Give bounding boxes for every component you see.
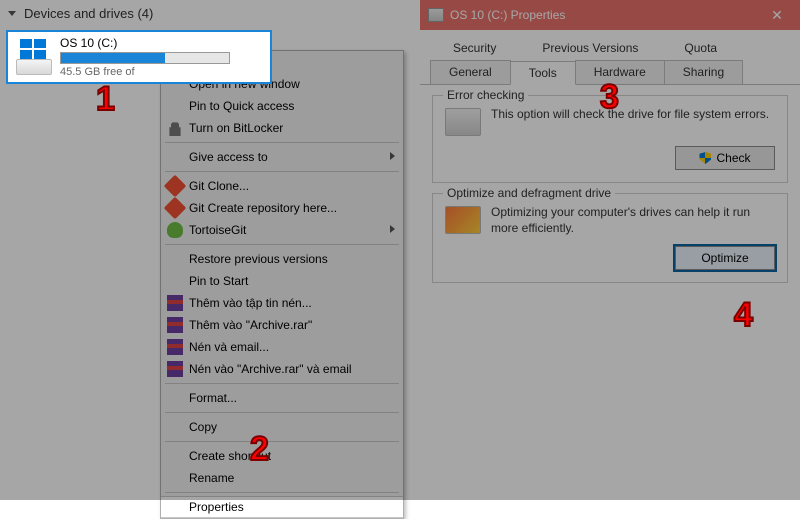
separator <box>165 244 399 245</box>
devices-drives-header[interactable]: Devices and drives (4) <box>0 0 420 25</box>
menu-item[interactable]: TortoiseGit <box>161 219 403 241</box>
menu-item-label: Pin to Start <box>189 274 248 288</box>
tabs-row-1: SecurityPrevious VersionsQuota <box>420 30 800 60</box>
menu-item[interactable]: Nén vào "Archive.rar" và email <box>161 358 403 380</box>
menu-item-label: Rename <box>189 471 234 485</box>
menu-item[interactable]: Nén và email... <box>161 336 403 358</box>
menu-item[interactable]: Give access to <box>161 146 403 168</box>
drive-usage-bar <box>60 52 230 64</box>
menu-item-label: Copy <box>189 420 217 434</box>
separator <box>165 142 399 143</box>
error-check-desc: This option will check the drive for fil… <box>491 106 769 122</box>
menu-item[interactable]: Git Create repository here... <box>161 197 403 219</box>
tab-hardware[interactable]: Hardware <box>575 60 665 84</box>
tab-tools[interactable]: Tools <box>510 61 576 85</box>
drive-name: OS 10 (C:) <box>60 36 230 50</box>
drive-free-text: 45.5 GB free of <box>60 66 230 78</box>
menu-item[interactable]: Create shortcut <box>161 445 403 467</box>
check-button[interactable]: Check <box>675 146 775 170</box>
optimize-icon <box>445 206 481 234</box>
menu-item-label: Thêm vào "Archive.rar" <box>189 318 312 332</box>
separator <box>165 492 399 493</box>
rar-icon <box>167 361 183 377</box>
menu-item-label: Git Clone... <box>189 179 249 193</box>
properties-title: OS 10 (C:) Properties <box>450 8 565 22</box>
drive-check-icon <box>445 108 481 136</box>
tab-security[interactable]: Security <box>430 36 519 60</box>
shield-icon <box>699 152 711 164</box>
git-icon <box>164 197 187 220</box>
menu-item-label: Give access to <box>189 150 268 164</box>
menu-item[interactable]: Git Clone... <box>161 175 403 197</box>
check-button-label: Check <box>716 151 750 165</box>
menu-item-label: TortoiseGit <box>189 223 246 237</box>
callout-2: 2 <box>250 430 269 469</box>
panel-legend: Error checking <box>443 88 528 102</box>
drive-c[interactable]: OS 10 (C:) 45.5 GB free of <box>6 30 272 84</box>
menu-item[interactable]: Pin to Quick access <box>161 95 403 117</box>
bitlocker-icon <box>167 120 183 136</box>
optimize-button[interactable]: Optimize <box>675 246 775 270</box>
menu-item[interactable]: Format... <box>161 387 403 409</box>
chevron-right-icon <box>390 225 395 233</box>
menu-item[interactable]: Rename <box>161 467 403 489</box>
separator <box>165 441 399 442</box>
properties-dialog: OS 10 (C:) Properties ✕ SecurityPrevious… <box>420 0 800 500</box>
menu-item[interactable]: Properties <box>161 496 403 518</box>
section-title: Devices and drives (4) <box>24 6 153 21</box>
menu-item[interactable]: Restore previous versions <box>161 248 403 270</box>
optimize-panel: Optimize and defragment drive Optimizing… <box>432 193 788 283</box>
menu-item-label: Thêm vào tập tin nén... <box>189 296 312 310</box>
callout-4: 4 <box>734 296 753 335</box>
tab-general[interactable]: General <box>430 60 511 84</box>
menu-item-label: Format... <box>189 391 237 405</box>
menu-item-label: Properties <box>189 500 244 514</box>
chevron-right-icon <box>390 152 395 160</box>
tab-sharing[interactable]: Sharing <box>664 60 743 84</box>
callout-3: 3 <box>600 78 619 117</box>
git-icon <box>164 175 187 198</box>
rar-icon <box>167 317 183 333</box>
properties-titlebar[interactable]: OS 10 (C:) Properties ✕ <box>420 0 800 30</box>
close-button[interactable]: ✕ <box>754 0 800 30</box>
drive-icon <box>16 39 52 75</box>
optimize-button-label: Optimize <box>701 251 748 265</box>
explorer-pane: Devices and drives (4) OS 10 (C:) 45.5 G… <box>0 0 420 500</box>
menu-item-label: Nén và email... <box>189 340 269 354</box>
tort-icon <box>167 222 183 238</box>
rar-icon <box>167 295 183 311</box>
menu-item[interactable]: Thêm vào tập tin nén... <box>161 292 403 314</box>
callout-1: 1 <box>96 80 115 119</box>
separator <box>165 171 399 172</box>
menu-item[interactable]: Thêm vào "Archive.rar" <box>161 314 403 336</box>
menu-item[interactable]: Copy <box>161 416 403 438</box>
menu-item[interactable]: Pin to Start <box>161 270 403 292</box>
tab-previous-versions[interactable]: Previous Versions <box>519 36 661 60</box>
rar-icon <box>167 339 183 355</box>
menu-item-label: Git Create repository here... <box>189 201 337 215</box>
menu-item-label: Restore previous versions <box>189 252 328 266</box>
optimize-desc: Optimizing your computer's drives can he… <box>491 204 775 236</box>
tab-quota[interactable]: Quota <box>661 36 740 60</box>
drive-info: OS 10 (C:) 45.5 GB free of <box>60 36 230 78</box>
menu-item-label: Turn on BitLocker <box>189 121 283 135</box>
separator <box>165 383 399 384</box>
menu-item[interactable]: Turn on BitLocker <box>161 117 403 139</box>
context-menu[interactable]: OpenOpen in new windowPin to Quick acces… <box>160 50 404 519</box>
separator <box>165 412 399 413</box>
menu-item-label: Nén vào "Archive.rar" và email <box>189 362 352 376</box>
drive-icon <box>428 8 444 22</box>
chevron-down-icon <box>8 11 16 16</box>
panel-legend: Optimize and defragment drive <box>443 186 615 200</box>
menu-item-label: Pin to Quick access <box>189 99 294 113</box>
